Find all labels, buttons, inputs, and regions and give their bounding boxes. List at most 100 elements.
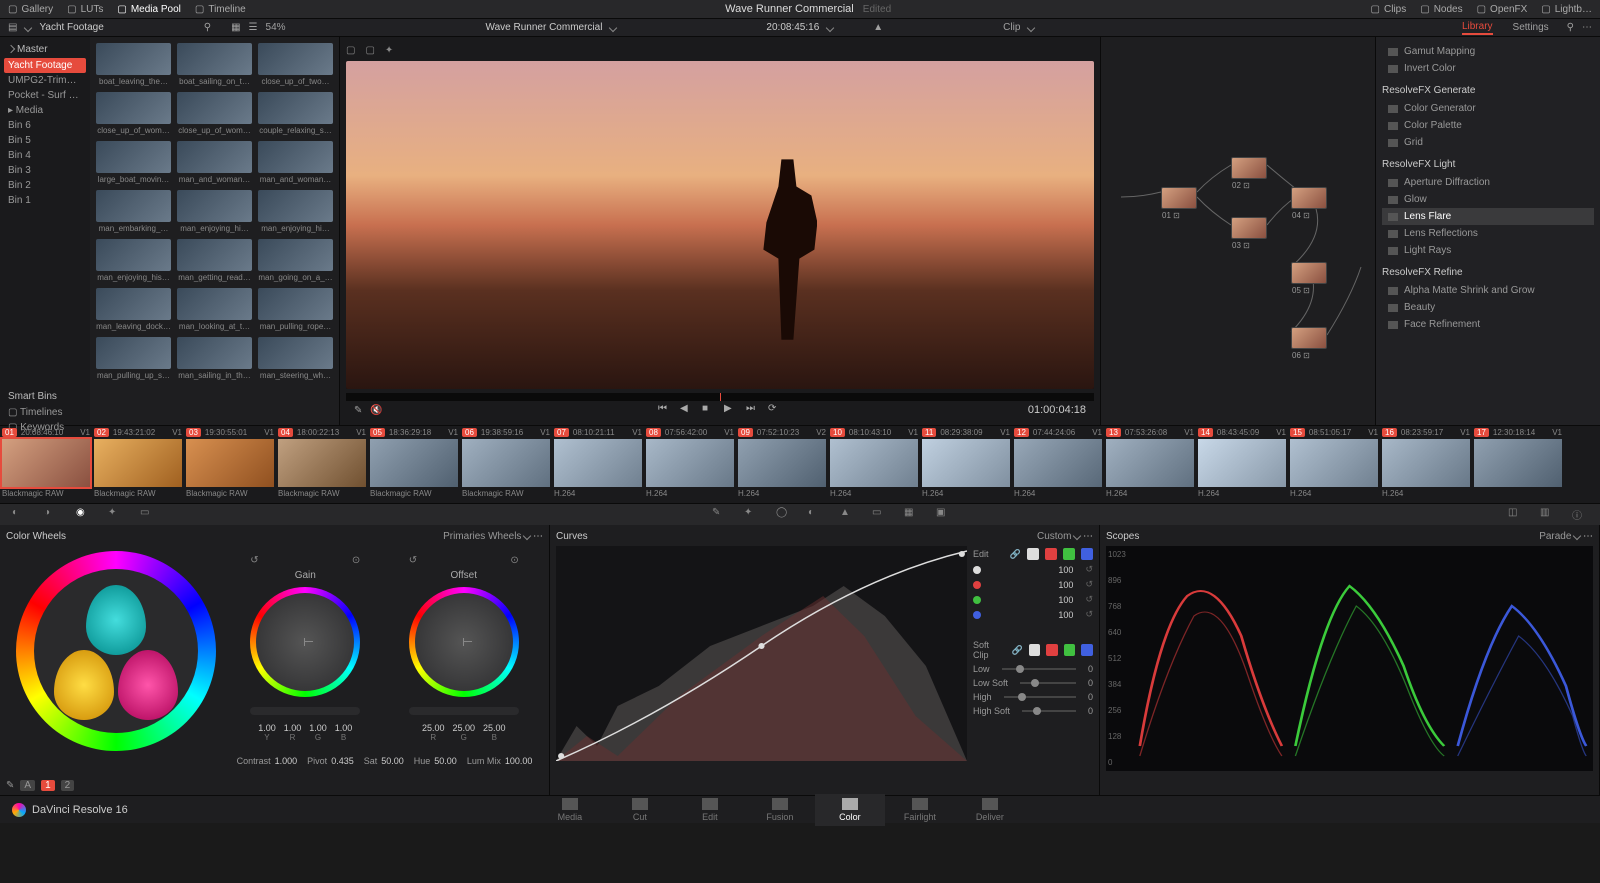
tool-r2-icon[interactable]: ▥ [1540,507,1556,523]
mode-dropdown-icon[interactable] [1027,23,1035,31]
edit-b-chip[interactable] [1081,548,1093,560]
tool-1-icon[interactable]: ◐ [12,507,28,523]
page-2-button[interactable]: 2 [61,780,75,791]
clip-thumb[interactable] [646,439,734,487]
clip-thumb[interactable] [1014,439,1102,487]
gain-opt-icon[interactable]: ⊙ [352,555,360,566]
clip-thumb[interactable] [738,439,826,487]
edit-g-chip[interactable] [1063,548,1075,560]
clip-thumbnail[interactable] [177,190,252,222]
tool-c5-icon[interactable]: ▲ [840,507,856,523]
clip-thumbnail[interactable] [96,43,171,75]
channel-value[interactable]: 100 [1058,565,1073,575]
clip-thumbnail[interactable] [96,288,171,320]
list-view-icon[interactable]: ☰ [249,22,258,33]
clip-thumb[interactable] [830,439,918,487]
softclip-value[interactable]: 0 [1088,678,1093,688]
timeline-clip[interactable]: 0418:00:22:13V1 Blackmagic RAW [278,428,366,501]
clip-thumb[interactable] [1382,439,1470,487]
next-clip-button[interactable]: ⏭ [746,403,760,417]
wheels-mode-dropdown[interactable]: Primaries Wheels [443,531,521,542]
channel-dot[interactable] [973,596,981,604]
channel-dot[interactable] [973,581,981,589]
clip-thumbnail[interactable] [96,190,171,222]
luts-tab[interactable]: ▢LUTs [67,4,103,15]
fx-item[interactable]: Light Rays [1382,242,1594,259]
viewer-project[interactable]: Wave Runner Commercial [486,22,603,33]
timeline-clip[interactable]: 1108:29:38:09V1 H.264 [922,428,1010,501]
thumb-view-icon[interactable]: ▦ [231,22,240,33]
fx-item[interactable]: Color Palette [1382,117,1594,134]
viewer-timecode[interactable]: 20:08:45:16 [766,22,819,33]
nodes-tab[interactable]: ▢Nodes [1420,4,1462,15]
offset-wheel[interactable] [409,587,519,697]
node-02[interactable]: 02 ⊡ [1231,157,1267,179]
node-06[interactable]: 06 ⊡ [1291,327,1327,349]
wheel-value[interactable]: 25.00 [422,723,445,733]
fx-item[interactable]: Glow [1382,191,1594,208]
fx-item[interactable]: Color Generator [1382,100,1594,117]
channel-value[interactable]: 100 [1058,595,1073,605]
tc-dropdown-icon[interactable] [826,23,834,31]
gallery-tab[interactable]: ▢Gallery [8,4,53,15]
channel-value[interactable]: 100 [1058,610,1073,620]
folder-item[interactable]: Bin 3 [4,163,86,178]
folder-item[interactable]: Bin 2 [4,178,86,193]
tool-5-icon[interactable]: ▭ [140,507,156,523]
wheel-value[interactable]: 1.00 [309,723,327,733]
lib-options-icon[interactable]: ⋯ [1582,22,1592,33]
folder-item[interactable]: Yacht Footage [4,58,86,73]
channel-reset-icon[interactable]: ↺ [1085,564,1093,575]
fx-item[interactable]: Beauty [1382,299,1594,316]
clip-thumbnail[interactable] [177,239,252,271]
lib-search-icon[interactable]: ⚲ [1567,22,1574,33]
tool-r3-icon[interactable]: ⓘ [1572,507,1588,523]
sc-b-chip[interactable] [1081,644,1093,656]
scopes-options-icon[interactable]: ⋯ [1583,531,1593,542]
timeline-clip[interactable]: 0807:56:42:00V1 H.264 [646,428,734,501]
offset-jog[interactable] [409,707,519,715]
channel-reset-icon[interactable]: ↺ [1085,609,1093,620]
dropdown-icon[interactable] [1073,532,1081,540]
gain-jog[interactable] [250,707,360,715]
clip-thumbnail[interactable] [258,190,333,222]
timeline-clip[interactable]: 1008:10:43:10V1 H.264 [830,428,918,501]
timeline-clip[interactable]: 1508:51:05:17V1 H.264 [1290,428,1378,501]
clip-thumbnail[interactable] [177,141,252,173]
library-tab[interactable]: Library [1462,21,1493,35]
clip-thumbnail[interactable] [258,92,333,124]
wheels-options-icon[interactable]: ⋯ [533,531,543,542]
adjust-value[interactable]: 1.000 [275,756,298,766]
clip-thumbnail[interactable] [177,92,252,124]
clip-thumb[interactable] [1106,439,1194,487]
master-chevron[interactable] [24,23,32,31]
loop-button[interactable]: ⟳ [768,403,782,417]
tool-c3-icon[interactable]: ◯ [776,507,792,523]
adjust-value[interactable]: 100.00 [505,756,533,766]
clip-thumbnail[interactable] [258,141,333,173]
timeline-clip[interactable]: 1207:44:24:06V1 H.264 [1014,428,1102,501]
timeline-clip[interactable]: 0219:43:21:02V1 Blackmagic RAW [94,428,182,501]
channel-dot[interactable] [973,611,981,619]
clip-thumbnail[interactable] [96,337,171,369]
curves-options-icon[interactable]: ⋯ [1083,531,1093,542]
softclip-slider[interactable] [1022,710,1076,712]
timeline-clip[interactable]: 1307:53:26:08V1 H.264 [1106,428,1194,501]
edit-y-chip[interactable] [1027,548,1039,560]
channel-value[interactable]: 100 [1058,580,1073,590]
softclip-slider[interactable] [1004,696,1076,698]
offset-opt-icon[interactable]: ⊙ [510,555,518,566]
curves-editor[interactable] [556,546,967,761]
folder-item[interactable]: Bin 4 [4,148,86,163]
clip-thumbnail[interactable] [258,288,333,320]
page-a-button[interactable]: A [20,780,35,791]
fx-item[interactable]: Grid [1382,134,1594,151]
clip-thumbnail[interactable] [258,239,333,271]
page-edit[interactable]: Edit [675,794,745,826]
sc-g-chip[interactable] [1064,644,1076,656]
pointer-icon[interactable]: ▲ [873,22,883,33]
fx-item[interactable]: Gamut Mapping [1382,43,1594,60]
tool-c4-icon[interactable]: ◐ [808,507,824,523]
curves-mode-dropdown[interactable]: Custom [1037,531,1071,542]
settings-tab[interactable]: Settings [1513,22,1549,33]
